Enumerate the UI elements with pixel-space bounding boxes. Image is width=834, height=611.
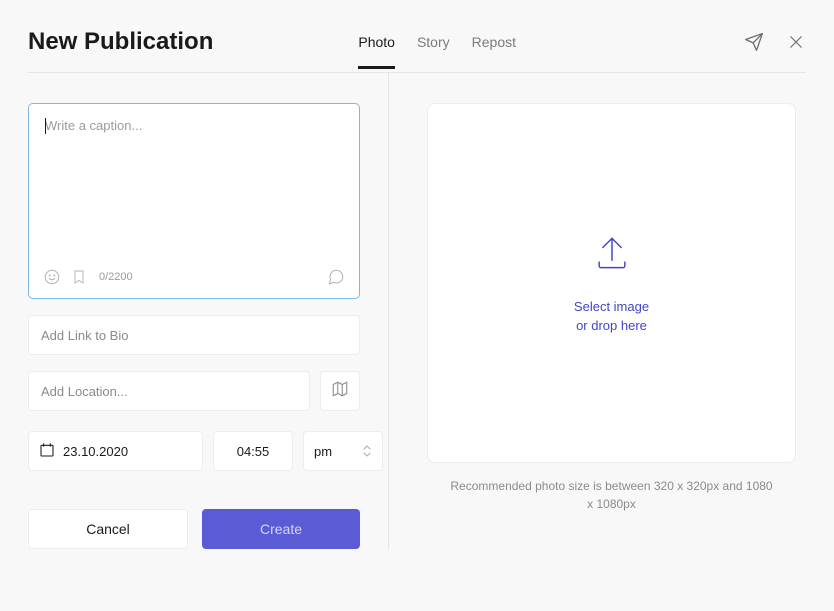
caption-input[interactable]: Write a caption... <box>28 103 360 299</box>
calendar-icon <box>39 442 55 461</box>
comment-icon[interactable] <box>327 268 345 286</box>
create-button[interactable]: Create <box>202 509 360 549</box>
bio-link-placeholder: Add Link to Bio <box>41 328 128 343</box>
cancel-button[interactable]: Cancel <box>28 509 188 549</box>
tab-story[interactable]: Story <box>417 34 450 69</box>
image-drop-zone[interactable]: Select image or drop here <box>427 103 796 463</box>
time-input[interactable]: 04:55 <box>213 431 293 471</box>
dropzone-text: Select image or drop here <box>574 298 649 334</box>
upload-icon <box>590 231 634 280</box>
size-hint: Recommended photo size is between 320 x … <box>427 477 796 513</box>
emoji-icon[interactable] <box>43 268 61 286</box>
time-value: 04:55 <box>237 444 270 459</box>
date-value: 23.10.2020 <box>63 444 128 459</box>
location-placeholder: Add Location... <box>41 384 128 399</box>
bookmark-icon[interactable] <box>71 268 89 286</box>
ampm-select[interactable]: pm <box>303 431 383 471</box>
ampm-value: pm <box>314 444 332 459</box>
map-icon <box>331 380 349 403</box>
tabs: Photo Story Repost <box>358 34 516 67</box>
close-icon[interactable] <box>786 32 806 52</box>
tab-photo[interactable]: Photo <box>358 34 395 69</box>
bio-link-input[interactable]: Add Link to Bio <box>28 315 360 355</box>
page-title: New Publication <box>28 28 213 72</box>
send-icon[interactable] <box>744 32 764 52</box>
tab-repost[interactable]: Repost <box>472 34 516 69</box>
caption-placeholder: Write a caption... <box>45 118 142 133</box>
map-button[interactable] <box>320 371 360 411</box>
char-count: 0/2200 <box>99 271 133 283</box>
stepper-icon <box>362 444 372 458</box>
location-input[interactable]: Add Location... <box>28 371 310 411</box>
date-input[interactable]: 23.10.2020 <box>28 431 203 471</box>
header: New Publication Photo Story Repost <box>28 28 806 73</box>
